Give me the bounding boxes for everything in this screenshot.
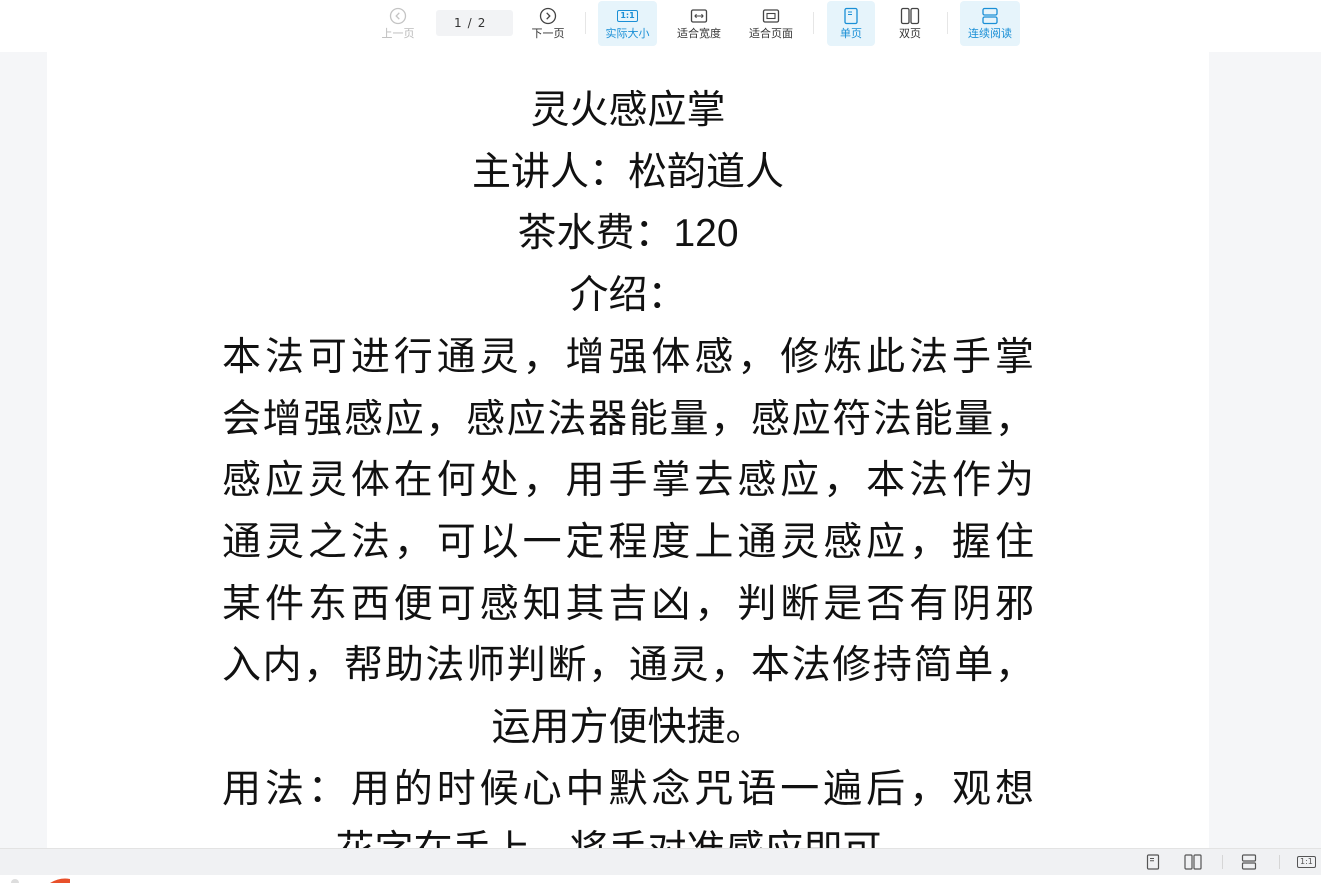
single-page-button[interactable]: 单页 (827, 1, 875, 46)
single-page-view-icon[interactable] (1146, 854, 1160, 870)
continuous-view-icon[interactable] (1241, 854, 1257, 870)
double-page-icon (900, 7, 920, 25)
actual-size-icon: 1:1 (617, 7, 638, 25)
zoom-icon-text: 1:1 (1297, 856, 1316, 868)
intro-line: 会增强感应，感应法器能量，感应符法能量， (222, 396, 1034, 442)
intro-line: 某件东西便可感知其吉凶，判断是否有阴邪 (222, 581, 1034, 627)
double-page-label: 双页 (899, 27, 921, 40)
actual-size-icon-text: 1:1 (617, 10, 638, 22)
actual-size-view-icon[interactable]: 1:1 (1297, 854, 1316, 870)
intro-line: 通灵之法，可以一定程度上通灵感应，握住 (222, 519, 1034, 565)
intro-line: 感应灵体在何处，用手掌去感应，本法作为 (222, 458, 1034, 504)
fee-label: 茶水费： (517, 211, 674, 257)
prev-page-label: 上一页 (381, 27, 415, 40)
intro-last-line: 运用方便快捷。 (491, 705, 765, 751)
page-number-input[interactable]: 1 / 2 (436, 10, 513, 36)
continuous-reading-label: 连续阅读 (968, 27, 1012, 40)
toolbar-divider (813, 12, 814, 34)
app-logo-icon (11, 878, 70, 883)
toolbar-divider (947, 12, 948, 34)
single-page-icon (843, 7, 859, 25)
chevron-right-circle-icon (539, 7, 557, 25)
document-title: 灵火感应掌 (530, 88, 726, 133)
status-divider (1279, 855, 1280, 869)
intro-line: 入内，帮助法师判断，通灵，本法修持简单， (222, 643, 1034, 689)
current-page: 1 (454, 16, 462, 30)
fit-page-label: 适合页面 (749, 27, 793, 40)
toolbar-divider (585, 12, 586, 34)
fit-page-icon (762, 7, 780, 25)
usage-last-line: 花字在手上，将手对准感应即可。 (222, 820, 1034, 848)
fit-page-button[interactable]: 适合页面 (742, 1, 800, 46)
document-speaker: 主讲人：松韵道人 (471, 149, 784, 195)
fit-width-button[interactable]: 适合宽度 (670, 1, 728, 46)
status-divider (1222, 855, 1223, 869)
next-page-button[interactable]: 下一页 (524, 1, 572, 46)
status-bar: 1:1 (0, 848, 1321, 875)
actual-size-label: 实际大小 (605, 27, 650, 40)
next-page-label: 下一页 (531, 27, 565, 40)
single-page-label: 单页 (840, 27, 862, 40)
viewer-toolbar: 上一页 1 / 2 下一页 1:1 实际大小 适合宽度 适合页面 单页 双页 连… (0, 0, 1321, 52)
prev-page-button[interactable]: 上一页 (374, 1, 422, 46)
continuous-reading-button[interactable]: 连续阅读 (960, 1, 1020, 46)
double-page-view-icon[interactable] (1184, 854, 1202, 870)
taskbar-strip (0, 875, 1321, 883)
intro-line: 本法可进行通灵，增强体感，修炼此法手掌 (222, 334, 1034, 380)
fee-value: 120 (673, 212, 739, 256)
total-pages: 2 (477, 16, 486, 30)
fit-width-label: 适合宽度 (677, 27, 721, 40)
usage-line: 用法：用的时候心中默念咒语一遍后，观想 (222, 766, 1034, 812)
actual-size-button[interactable]: 1:1 实际大小 (598, 1, 657, 46)
document-page: 灵火感应掌 主讲人：松韵道人 茶水费：120 介绍： 本法可进行通灵，增强体感，… (47, 52, 1209, 848)
fit-width-icon (690, 7, 708, 25)
continuous-reading-icon (981, 7, 999, 25)
document-fee: 茶水费：120 (222, 203, 1034, 265)
chevron-left-circle-icon (389, 7, 407, 25)
document-text: 灵火感应掌 主讲人：松韵道人 茶水费：120 介绍： 本法可进行通灵，增强体感，… (222, 80, 1034, 848)
page-separator: / (467, 16, 472, 30)
double-page-button[interactable]: 双页 (886, 1, 934, 46)
intro-heading: 介绍： (569, 273, 687, 319)
